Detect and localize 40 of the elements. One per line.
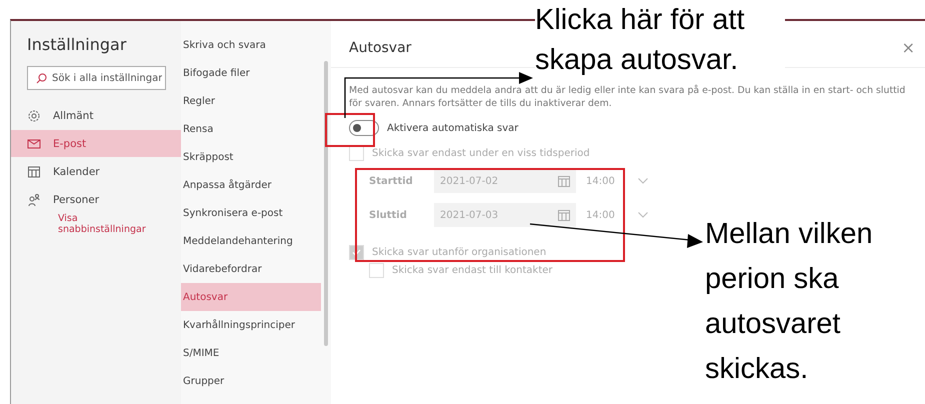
- submenu-item[interactable]: Synkronisera e-post: [181, 199, 321, 227]
- panel-title: Autosvar: [349, 40, 412, 56]
- description-text: Med autosvar kan du meddela andra att du är ledig eller inte kan svara på e-post. Du kan ställa in en start- och sluttid för svaren. Annars fortsätter de tills du inaktiverar dem.: [349, 84, 906, 110]
- chevron-down-icon[interactable]: [638, 212, 648, 218]
- submenu-item[interactable]: Vidarebefordrar: [181, 255, 321, 283]
- gear-icon: [27, 108, 41, 122]
- submenu-item[interactable]: Anpassa åtgärder: [181, 171, 321, 199]
- submenu-item[interactable]: Rensa: [181, 115, 321, 143]
- highlight-frame: [325, 113, 375, 147]
- calendar-icon: [27, 164, 41, 178]
- nav-item[interactable]: Kalender: [11, 158, 181, 185]
- calendar-icon: [558, 176, 570, 186]
- submenu-item[interactable]: Grupper: [181, 367, 321, 395]
- search-icon: [36, 72, 47, 84]
- submenu-item[interactable]: Regler: [181, 87, 321, 115]
- toggle-switch[interactable]: [349, 120, 379, 136]
- search-field[interactable]: Sök i alla inställningar: [27, 66, 166, 90]
- submenu-item[interactable]: Kvarhållningsprinciper: [181, 311, 321, 339]
- submenu-item[interactable]: Skräppost: [181, 143, 321, 171]
- time-label: Starttid: [369, 176, 414, 186]
- nav-item[interactable]: Allmänt: [11, 102, 181, 129]
- chevron-down-icon[interactable]: [638, 178, 648, 184]
- quick-settings-link[interactable]: Visa snabbinställningar: [58, 213, 168, 235]
- submenu-item[interactable]: Skriva och svara: [181, 31, 321, 59]
- people-icon: [27, 192, 41, 206]
- submenu-item[interactable]: Bifogade filer: [181, 59, 321, 87]
- submenu-item[interactable]: Meddelandehantering: [181, 227, 321, 255]
- close-button[interactable]: ×: [902, 38, 915, 57]
- check-icon: [352, 248, 361, 257]
- submenu-item[interactable]: S/MIME: [181, 339, 321, 367]
- checkbox-label: Skicka svar utanför organisationen: [372, 247, 546, 258]
- calendar-icon: [558, 210, 570, 220]
- scrollbar-thumb[interactable]: [324, 61, 328, 346]
- mail-icon: [27, 136, 41, 150]
- checkbox-label: Skicka svar endast till kontakter: [392, 265, 553, 276]
- time-label: Sluttid: [369, 210, 408, 220]
- settings-title: Inställningar: [26, 35, 128, 54]
- checkbox-label: Skicka svar endast under en viss tidsperiod: [372, 148, 590, 159]
- toggle-label: Aktivera automatiska svar: [387, 122, 518, 134]
- nav-item[interactable]: Personer: [11, 186, 181, 213]
